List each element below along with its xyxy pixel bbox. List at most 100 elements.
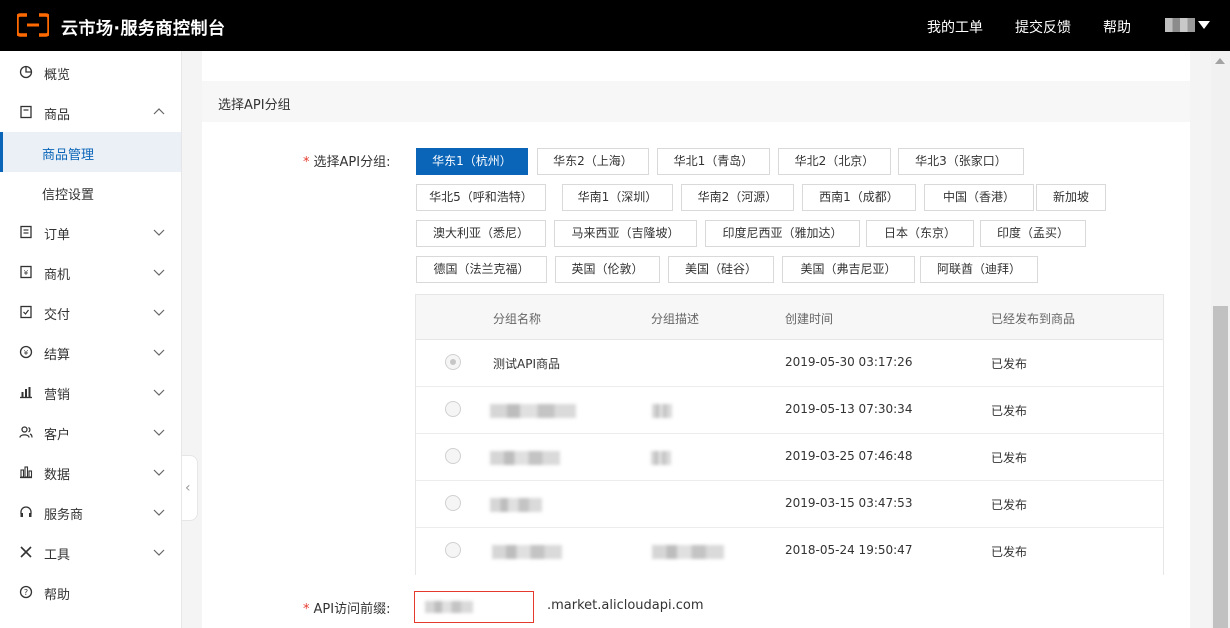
region-south1-shenzhen-button[interactable]: 华南1（深圳） (562, 184, 673, 211)
row-radio[interactable] (445, 448, 461, 464)
sidebar-item-label: 服务商 (44, 508, 84, 523)
chevron-down-icon (153, 349, 165, 356)
nav-feedback[interactable]: 提交反馈 (1015, 17, 1071, 37)
scroll-up-arrow-icon[interactable] (1215, 58, 1225, 64)
sidebar-item-tools[interactable]: 工具 (0, 532, 181, 572)
chevron-up-icon (153, 108, 165, 115)
publish-status: 已发布 (991, 451, 1028, 465)
sidebar-item-opportunities[interactable]: ¥ 商机 (0, 252, 181, 292)
column-header-published: 已经发布到商品 (991, 312, 1076, 326)
region-london-button[interactable]: 英国（伦敦） (555, 256, 660, 283)
page-scrollbar[interactable] (1211, 51, 1230, 628)
table-row[interactable]: 2019-03-15 03:47:53 已发布 (416, 481, 1163, 528)
users-icon (19, 426, 33, 438)
region-frankfurt-button[interactable]: 德国（法兰克福） (416, 256, 547, 283)
redacted-desc (652, 545, 724, 559)
sidebar-item-data[interactable]: 数据 (0, 452, 181, 492)
chevron-down-icon (153, 389, 165, 396)
publish-status: 已发布 (991, 404, 1028, 418)
sidebar-item-orders[interactable]: 订单 (0, 212, 181, 252)
region-singapore-button[interactable]: 新加坡 (1036, 184, 1106, 211)
sidebar-item-providers[interactable]: 服务商 (0, 492, 181, 532)
sidebar-item-label: 商机 (44, 268, 71, 283)
list-icon (20, 225, 32, 239)
redacted-name (490, 404, 576, 418)
table-header: 分组名称 分组描述 创建时间 已经发布到商品 (416, 295, 1163, 340)
region-north2-beijing-button[interactable]: 华北2（北京） (778, 148, 891, 175)
sidebar-item-settlement[interactable]: ¥ 结算 (0, 332, 181, 372)
column-header-created: 创建时间 (785, 312, 834, 326)
aliyun-logo-icon[interactable] (17, 13, 49, 37)
nav-my-tickets[interactable]: 我的工单 (927, 17, 983, 37)
region-east2-shanghai-button[interactable]: 华东2（上海） (537, 148, 649, 175)
region-south2-heyuan-button[interactable]: 华南2（河源） (681, 184, 794, 211)
redacted-name (490, 451, 560, 465)
sidebar-collapse-handle[interactable]: ‹ (182, 455, 198, 521)
caret-down-icon[interactable] (1198, 21, 1210, 29)
region-sydney-button[interactable]: 澳大利亚（悉尼） (416, 220, 546, 247)
api-group-label: * 选择API分组: (303, 155, 391, 170)
row-radio[interactable] (445, 495, 461, 511)
region-southwest1-chengdu-button[interactable]: 西南1（成都） (802, 184, 916, 211)
region-dubai-button[interactable]: 阿联酋（迪拜） (920, 256, 1038, 283)
created-time: 2019-03-15 03:47:53 (785, 496, 913, 510)
svg-text:¥: ¥ (24, 349, 29, 357)
row-radio[interactable] (445, 354, 461, 370)
sidebar-item-label: 商品管理 (42, 148, 95, 163)
sidebar-item-label: 概览 (44, 68, 71, 83)
tools-icon (20, 546, 32, 558)
api-prefix-input[interactable] (414, 591, 534, 623)
sidebar-item-customers[interactable]: 客户 (0, 412, 181, 452)
bar-chart-icon (20, 387, 32, 399)
row-radio[interactable] (445, 542, 461, 558)
region-east1-hangzhou-button[interactable]: 华东1（杭州） (416, 148, 528, 175)
help-icon: ? (19, 585, 33, 599)
api-domain-suffix: .market.alicloudapi.com (547, 598, 704, 613)
region-mumbai-button[interactable]: 印度（孟买） (980, 220, 1086, 247)
sidebar-item-overview[interactable]: 概览 (0, 52, 181, 92)
sidebar-item-help[interactable]: ? 帮助 (0, 572, 181, 612)
table-row[interactable]: 2018-05-24 19:50:47 已发布 (416, 528, 1163, 575)
region-silicon-valley-button[interactable]: 美国（硅谷） (668, 256, 774, 283)
avatar[interactable] (1165, 18, 1195, 32)
region-tokyo-button[interactable]: 日本（东京） (866, 220, 974, 247)
created-time: 2019-05-13 07:30:34 (785, 402, 913, 416)
table-row[interactable]: 测试API商品 2019-05-30 03:17:26 已发布 (416, 340, 1163, 387)
redacted-name (492, 545, 562, 559)
region-north3-zhangjiakou-button[interactable]: 华北3（张家口） (898, 148, 1024, 175)
redacted-desc (651, 451, 671, 465)
api-prefix-label: * API访问前缀: (303, 602, 391, 617)
sidebar-item-delivery[interactable]: 交付 (0, 292, 181, 332)
sidebar-item-credit-settings[interactable]: 信控设置 (0, 172, 181, 212)
column-chart-icon (20, 466, 33, 479)
sidebar-item-label: 交付 (44, 308, 71, 323)
publish-status: 已发布 (991, 498, 1028, 512)
region-north1-qingdao-button[interactable]: 华北1（青岛） (657, 148, 770, 175)
table-row[interactable]: 2019-03-25 07:46:48 已发布 (416, 434, 1163, 481)
svg-text:?: ? (24, 588, 28, 597)
sidebar-item-label: 帮助 (44, 588, 71, 603)
chevron-down-icon (153, 549, 165, 556)
section-header: 选择API分组 (202, 81, 1190, 122)
chevron-down-icon (153, 229, 165, 236)
chevron-down-icon (153, 429, 165, 436)
table-row[interactable]: 2019-05-13 07:30:34 已发布 (416, 387, 1163, 434)
sidebar-item-product-management[interactable]: 商品管理 (0, 132, 181, 172)
scrollbar-thumb[interactable] (1213, 306, 1228, 628)
region-hongkong-button[interactable]: 中国（香港） (924, 184, 1034, 211)
panel-top (202, 51, 1190, 81)
region-kuala-lumpur-button[interactable]: 马来西亚（吉隆坡） (554, 220, 697, 247)
region-virginia-button[interactable]: 美国（弗吉尼亚） (782, 256, 915, 283)
publish-status: 已发布 (991, 545, 1028, 559)
api-group-table: 分组名称 分组描述 创建时间 已经发布到商品 测试API商品 2019-05-3… (415, 294, 1164, 575)
pie-chart-icon (19, 65, 33, 79)
receipt-icon: ¥ (20, 265, 32, 279)
sidebar-item-products[interactable]: 商品 (0, 92, 181, 132)
delivery-icon (20, 305, 32, 319)
region-jakarta-button[interactable]: 印度尼西亚（雅加达） (705, 220, 860, 247)
region-north5-hohhot-button[interactable]: 华北5（呼和浩特） (416, 184, 546, 211)
sidebar-item-label: 订单 (44, 228, 71, 243)
row-radio[interactable] (445, 401, 461, 417)
nav-help[interactable]: 帮助 (1103, 17, 1131, 37)
sidebar-item-marketing[interactable]: 营销 (0, 372, 181, 412)
